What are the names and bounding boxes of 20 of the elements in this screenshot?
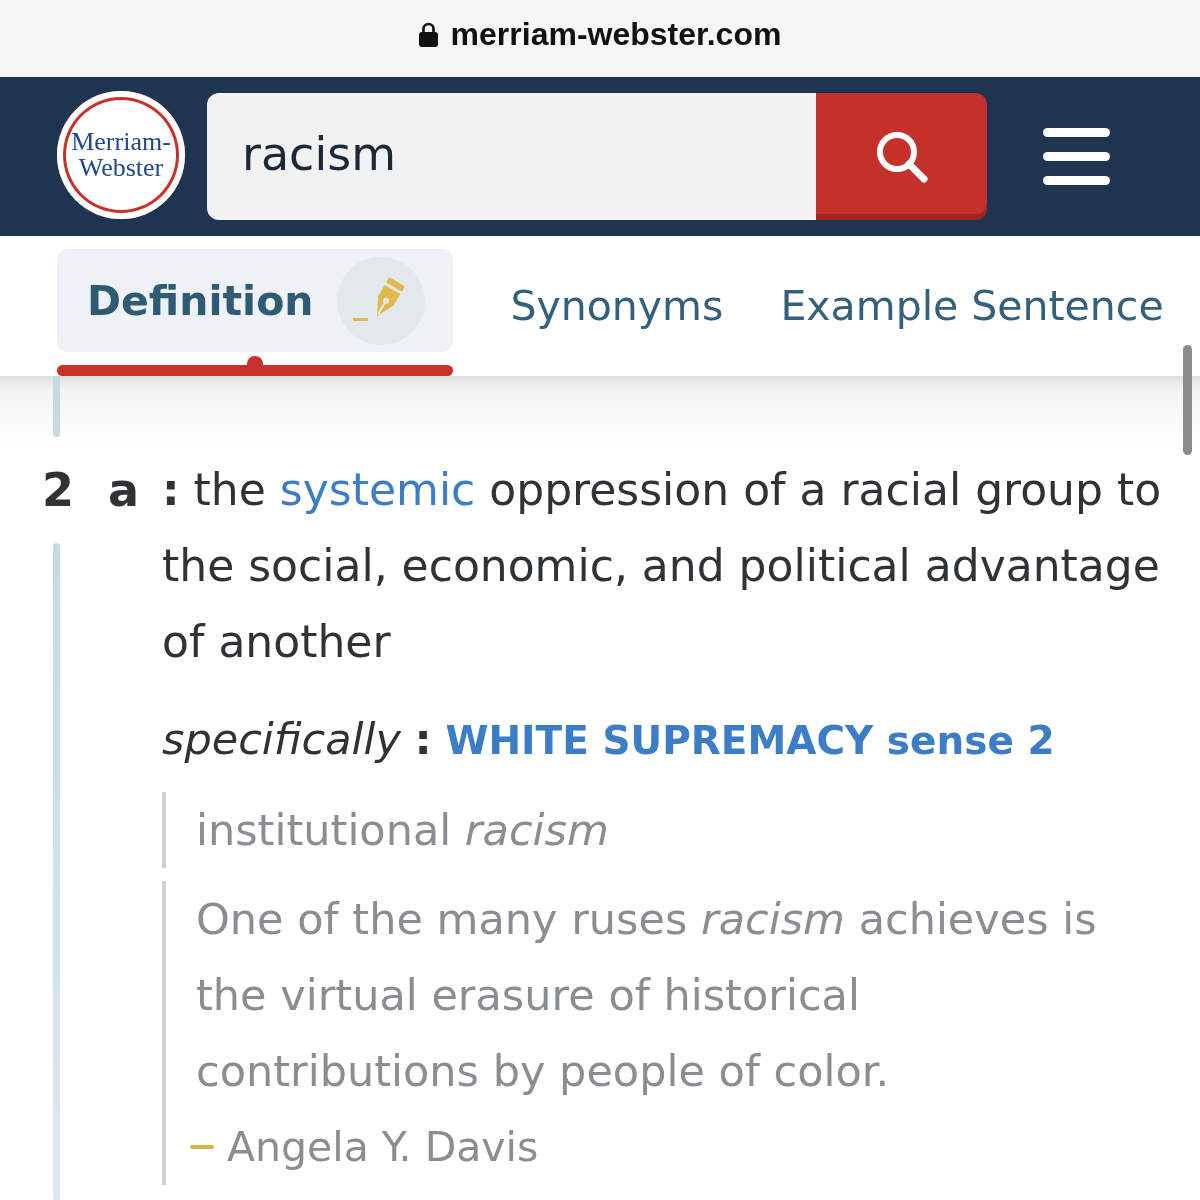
cross-reference-link[interactable]: WHITE SUPREMACY sense 2: [445, 718, 1055, 763]
attribution-text: Angela Y. Davis: [227, 1122, 539, 1173]
definition-text: : the systemic oppression of a racial group to the social, economic, and political advantage of another: [162, 463, 1163, 669]
word-link[interactable]: systemic: [279, 464, 476, 515]
example-sentence: institutional racism: [196, 804, 610, 857]
sense-rail: [53, 376, 60, 437]
sense-letter: a: [108, 462, 140, 519]
example-sentence: One of the many ruses racism achieves is the virtual erasure of historical contributions by people of color.: [196, 893, 1098, 1098]
tab[interactable]: Example Sentence: [780, 249, 1164, 352]
specifically-note: specifically : WHITE SUPREMACY sense 2: [162, 713, 1056, 766]
tab[interactable]: Synonyms: [510, 249, 724, 352]
search-button[interactable]: [816, 93, 987, 220]
url-text[interactable]: merriam-webster.com: [450, 16, 782, 53]
attribution-dash-icon: [190, 1145, 214, 1149]
site-logo[interactable]: Merriam- Webster: [57, 91, 185, 219]
search-field[interactable]: racism: [207, 93, 816, 220]
sense-number: 2: [42, 462, 74, 519]
search-icon: [875, 130, 928, 183]
tab[interactable]: Definition: [57, 249, 454, 352]
menu-icon[interactable]: [1043, 128, 1110, 185]
